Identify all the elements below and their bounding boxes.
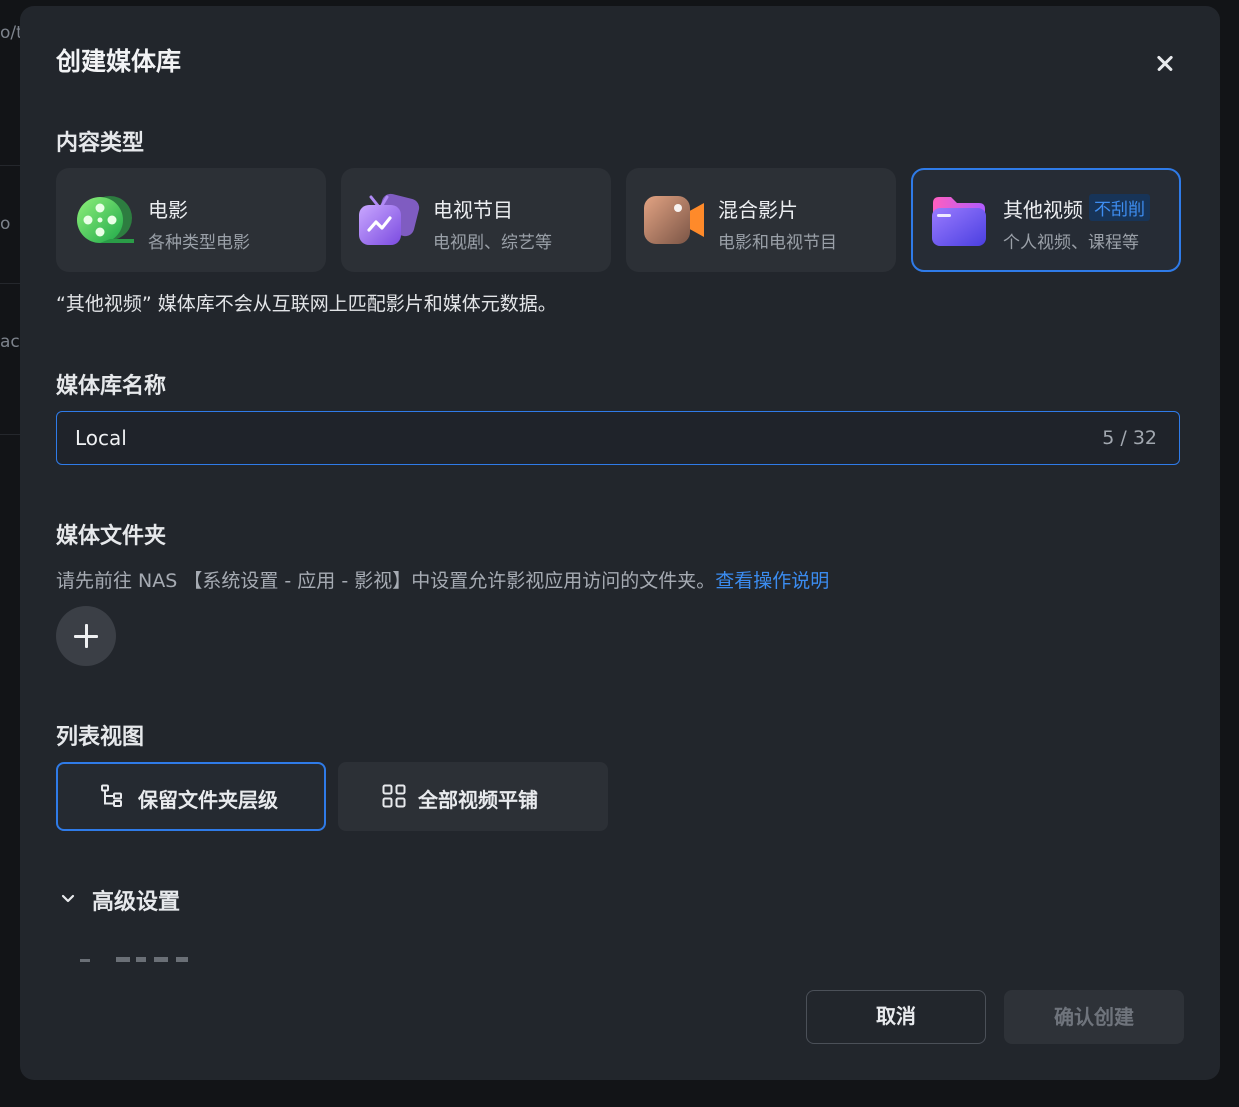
content-type-desc: 电视剧、综艺等 <box>433 233 552 253</box>
clipped-content-hint <box>80 957 188 962</box>
add-folder-button[interactable] <box>56 606 116 666</box>
no-scrape-badge: 不刮削 <box>1089 194 1150 221</box>
video-camera-icon <box>644 196 704 244</box>
content-type-movie[interactable]: 电影 各种类型电影 <box>56 168 326 272</box>
content-type-tv[interactable]: 电视节目 电视剧、综艺等 <box>341 168 611 272</box>
background-divider <box>0 165 20 166</box>
content-type-name: 电影 <box>148 198 188 222</box>
content-type-mixed[interactable]: 混合影片 电影和电视节目 <box>626 168 896 272</box>
instructions-link[interactable]: 查看操作说明 <box>715 570 829 592</box>
content-type-name-text: 其他视频 <box>1003 198 1083 222</box>
folder-icon <box>932 197 986 246</box>
library-name-value: Local <box>75 426 127 450</box>
background-divider <box>0 434 20 435</box>
library-name-label: 媒体库名称 <box>56 374 167 399</box>
cancel-button[interactable]: 取消 <box>806 990 986 1044</box>
content-type-desc: 个人视频、课程等 <box>1003 233 1139 253</box>
view-option-label: 保留文件夹层级 <box>138 788 278 812</box>
folder-tree-icon <box>101 784 122 807</box>
create-library-dialog: 创建媒体库 内容类型 电影 各种类型电影 电视节目 电视剧、综艺等 混合影片 电… <box>20 6 1220 1080</box>
list-view-label: 列表视图 <box>56 725 145 750</box>
content-type-other[interactable]: 其他视频 不刮削 个人视频、课程等 <box>911 168 1181 272</box>
view-keep-folder-hierarchy[interactable]: 保留文件夹层级 <box>56 762 326 831</box>
confirm-create-button[interactable]: 确认创建 <box>1004 990 1184 1044</box>
view-option-label: 全部视频平铺 <box>418 788 538 812</box>
background-divider <box>0 283 20 284</box>
film-reel-icon <box>77 196 134 243</box>
content-type-label: 内容类型 <box>56 131 145 156</box>
content-type-desc: 各种类型电影 <box>148 233 250 253</box>
char-counter: 5 / 32 <box>1102 427 1157 449</box>
background-text: o <box>0 214 11 234</box>
tv-icon <box>359 193 420 245</box>
chevron-down-icon <box>61 894 75 903</box>
content-type-name: 混合影片 <box>718 198 798 222</box>
media-folder-hint: 请先前往 NAS 【系统设置 - 应用 - 影视】中设置允许影视应用访问的文件夹… <box>56 566 829 593</box>
close-icon[interactable] <box>1150 48 1180 78</box>
content-type-note: “其他视频” 媒体库不会从互联网上匹配影片和媒体元数据。 <box>56 293 557 315</box>
library-name-input[interactable]: Local 5 / 32 <box>56 411 1180 465</box>
dialog-title: 创建媒体库 <box>56 47 182 76</box>
advanced-settings-label: 高级设置 <box>92 890 181 915</box>
content-type-name: 电视节目 <box>433 198 513 222</box>
media-folder-label: 媒体文件夹 <box>56 524 167 549</box>
content-type-desc: 电影和电视节目 <box>718 233 837 253</box>
content-type-name: 其他视频 不刮削 <box>1003 194 1150 223</box>
grid-icon <box>382 784 406 808</box>
media-folder-hint-text: 请先前往 NAS 【系统设置 - 应用 - 影视】中设置允许影视应用访问的文件夹… <box>56 570 716 592</box>
view-all-videos-flat[interactable]: 全部视频平铺 <box>338 762 608 831</box>
